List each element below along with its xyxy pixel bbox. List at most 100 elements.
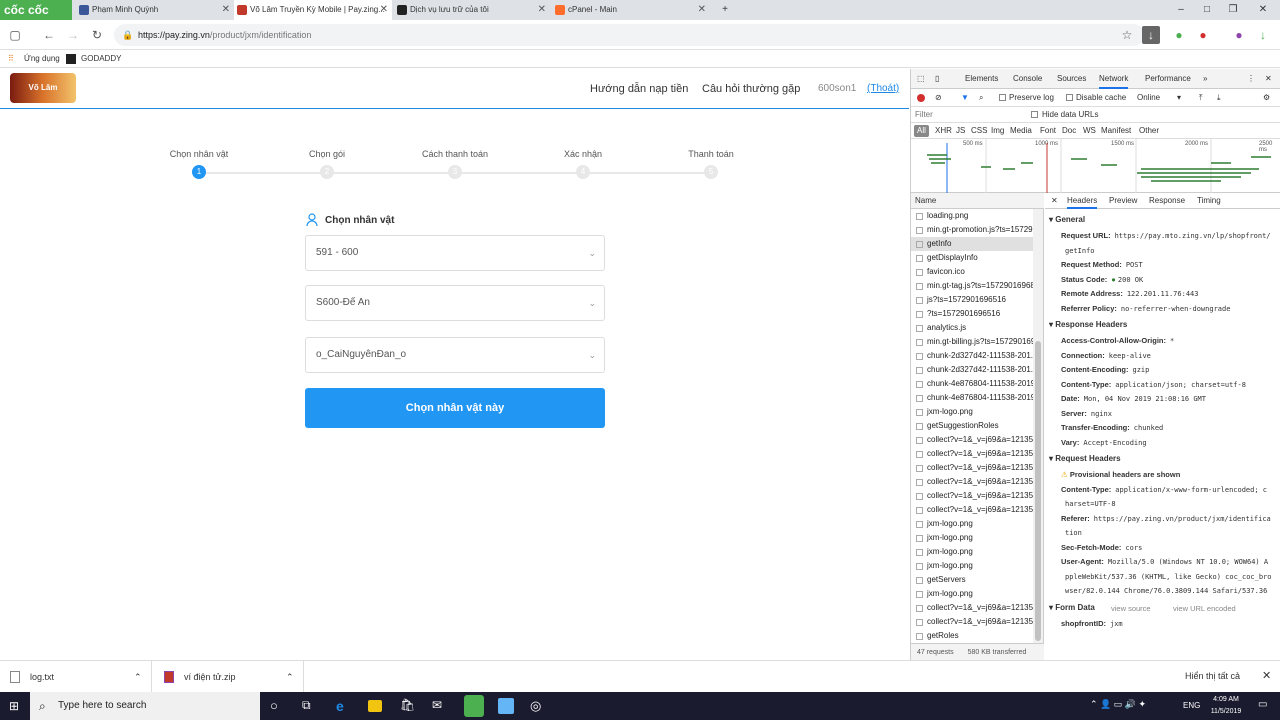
request-row[interactable]: collect?v=1&_v=j69&a=12135 (911, 461, 1033, 475)
avatar[interactable]: ● (1230, 26, 1248, 44)
chevron-up-icon[interactable]: ⌃ (286, 661, 294, 693)
type-manifest[interactable]: Manifest (1101, 123, 1131, 139)
request-row[interactable]: getDisplayInfo (911, 251, 1033, 265)
request-row[interactable]: jxm-logo.png (911, 405, 1033, 419)
scrollbar-thumb[interactable] (1035, 341, 1041, 641)
preserve-log-checkbox[interactable] (999, 94, 1006, 101)
bookmark-godaddy[interactable]: GODADDY (81, 50, 121, 68)
tab-sources[interactable]: Sources (1057, 69, 1086, 89)
request-row[interactable]: chunk-2d327d42-111538-201... (911, 349, 1033, 363)
download-icon[interactable]: ↓ (1254, 26, 1272, 44)
new-tab-icon[interactable]: + (712, 0, 738, 20)
server-select[interactable]: S600-Đế An ⌄ (305, 285, 605, 321)
response-headers-section[interactable]: ▾ Response Headers (1049, 320, 1127, 329)
request-row[interactable]: collect?v=1&_v=j69&a=12135 (911, 503, 1033, 517)
request-row[interactable]: jxm-logo.png (911, 559, 1033, 573)
request-row[interactable]: min.gt-billing.js?ts=157290169 (911, 335, 1033, 349)
form-data-section[interactable]: ▾ Form Data (1049, 603, 1095, 612)
logout-link[interactable]: (Thoát) (867, 83, 899, 94)
request-row[interactable]: collect?v=1&_v=j69&a=12135 (911, 601, 1033, 615)
bookmark-apps[interactable]: Ứng dụng (24, 50, 60, 68)
tab-elements[interactable]: Elements (965, 69, 998, 89)
general-section[interactable]: ▾ General (1049, 215, 1085, 224)
request-row[interactable]: collect?v=1&_v=j69&a=12135 (911, 475, 1033, 489)
reload-icon[interactable]: ↻ (88, 26, 106, 44)
view-source-link[interactable]: view source (1111, 604, 1151, 613)
upload-icon[interactable]: ⤒ (1199, 89, 1203, 107)
request-row[interactable]: js?ts=1572901696516 (911, 293, 1033, 307)
close-icon[interactable]: ✕ (1262, 669, 1271, 682)
request-headers-section[interactable]: ▾ Request Headers (1049, 454, 1121, 463)
cortana-icon[interactable]: ○ (270, 698, 286, 714)
game-logo[interactable]: Võ Lâm (10, 73, 76, 103)
view-url-encoded-link[interactable]: view URL encoded (1173, 604, 1236, 613)
bookmark-star-icon[interactable]: ☆ (1118, 26, 1136, 44)
gear-icon[interactable]: ⚙ (1263, 89, 1270, 107)
close-icon[interactable]: ✕ (1051, 193, 1058, 209)
choose-character-button[interactable]: Chọn nhân vật này (305, 388, 605, 428)
server-group-select[interactable]: 591 - 600 ⌄ (305, 235, 605, 271)
download-item[interactable]: log.txt ⌃ (0, 661, 152, 693)
back-icon[interactable]: ← (40, 26, 58, 44)
throttle-select[interactable]: Online ▾ (1137, 89, 1183, 107)
url-input[interactable]: 🔒 https://pay.zing.vn/product/jxm/identi… (114, 24, 1144, 46)
type-img[interactable]: Img (991, 123, 1004, 139)
request-row[interactable]: chunk-4e876804-111538-2019 (911, 391, 1033, 405)
coccoc-taskbar-icon[interactable] (464, 695, 484, 717)
tab-network[interactable]: Network (1099, 69, 1129, 89)
tab-4[interactable]: cPanel - Main ✕ (552, 0, 710, 20)
file-explorer-icon[interactable] (368, 700, 382, 712)
type-ws[interactable]: WS (1083, 123, 1096, 139)
inspect-icon[interactable]: ⬚ (917, 69, 925, 89)
type-all[interactable]: All (914, 125, 929, 137)
tab-3[interactable]: Dịch vụ lưu trữ của tôi ✕ (394, 0, 550, 20)
filter-icon[interactable]: ▼ (961, 89, 969, 107)
notification-icon[interactable]: ▭ (1258, 699, 1267, 710)
request-row[interactable]: favicon.ico (911, 265, 1033, 279)
tab-headers[interactable]: Headers (1067, 193, 1098, 209)
request-row[interactable]: jxm-logo.png (911, 587, 1033, 601)
close-icon[interactable]: ✕ (698, 0, 706, 20)
minimize-icon[interactable]: – (1168, 0, 1194, 20)
chevron-up-icon[interactable]: ⌃ (134, 661, 142, 693)
close-window-icon[interactable]: ✕ (1250, 0, 1276, 20)
type-doc[interactable]: Doc (1062, 123, 1076, 139)
request-row[interactable]: analytics.js (911, 321, 1033, 335)
type-js[interactable]: JS (956, 123, 965, 139)
restore-icon[interactable]: ❐ (1220, 0, 1246, 20)
tab-response[interactable]: Response (1149, 193, 1185, 209)
download-har-icon[interactable]: ⤓ (1217, 89, 1221, 107)
close-icon[interactable]: ✕ (538, 0, 546, 20)
tab-console[interactable]: Console (1013, 69, 1042, 89)
request-row[interactable]: collect?v=1&_v=j69&a=12135 (911, 447, 1033, 461)
character-select[interactable]: o_CaiNguyênĐan_o ⌄ (305, 337, 605, 373)
request-row[interactable]: getServers (911, 573, 1033, 587)
name-column-header[interactable]: Name (911, 193, 1044, 209)
type-other[interactable]: Other (1139, 123, 1159, 139)
request-row[interactable]: getInfo (911, 237, 1033, 251)
windows-start-icon[interactable]: ⊞ (9, 699, 19, 713)
request-row[interactable]: jxm-logo.png (911, 531, 1033, 545)
request-row[interactable]: collect?v=1&_v=j69&a=12135 (911, 433, 1033, 447)
request-row[interactable]: getRoles (911, 629, 1033, 643)
tab-preview[interactable]: Preview (1109, 193, 1137, 209)
menu-icon[interactable]: ⋮ (1247, 69, 1255, 89)
sidebar-icon[interactable]: ▢ (6, 26, 24, 44)
request-row[interactable]: getSuggestionRoles (911, 419, 1033, 433)
close-icon[interactable]: ✕ (222, 0, 230, 20)
tab-timing[interactable]: Timing (1197, 193, 1221, 209)
tile-icon[interactable]: □ (1194, 0, 1220, 20)
taskbar-search[interactable]: ⌕ Type here to search (30, 692, 260, 720)
device-icon[interactable]: ▯ (935, 69, 939, 89)
close-icon[interactable]: ✕ (380, 0, 388, 20)
request-row[interactable]: min.gt-promotion.js?ts=15729 (911, 223, 1033, 237)
clear-icon[interactable]: ⊘ (935, 89, 942, 107)
nav-faq-link[interactable]: Câu hỏi thường gặp (702, 83, 800, 95)
show-all-link[interactable]: Hiển thị tất cả (1185, 671, 1240, 681)
request-row[interactable]: min.gt-tag.js?ts=157290169684 (911, 279, 1033, 293)
edge-icon[interactable]: e (336, 698, 352, 714)
tab-2[interactable]: Võ Lâm Truyền Kỳ Mobile | Pay.zing... ✕ (234, 0, 392, 20)
more-tabs-icon[interactable]: » (1203, 69, 1207, 89)
request-row[interactable]: collect?v=1&_v=j69&a=12135 (911, 489, 1033, 503)
type-font[interactable]: Font (1040, 123, 1056, 139)
